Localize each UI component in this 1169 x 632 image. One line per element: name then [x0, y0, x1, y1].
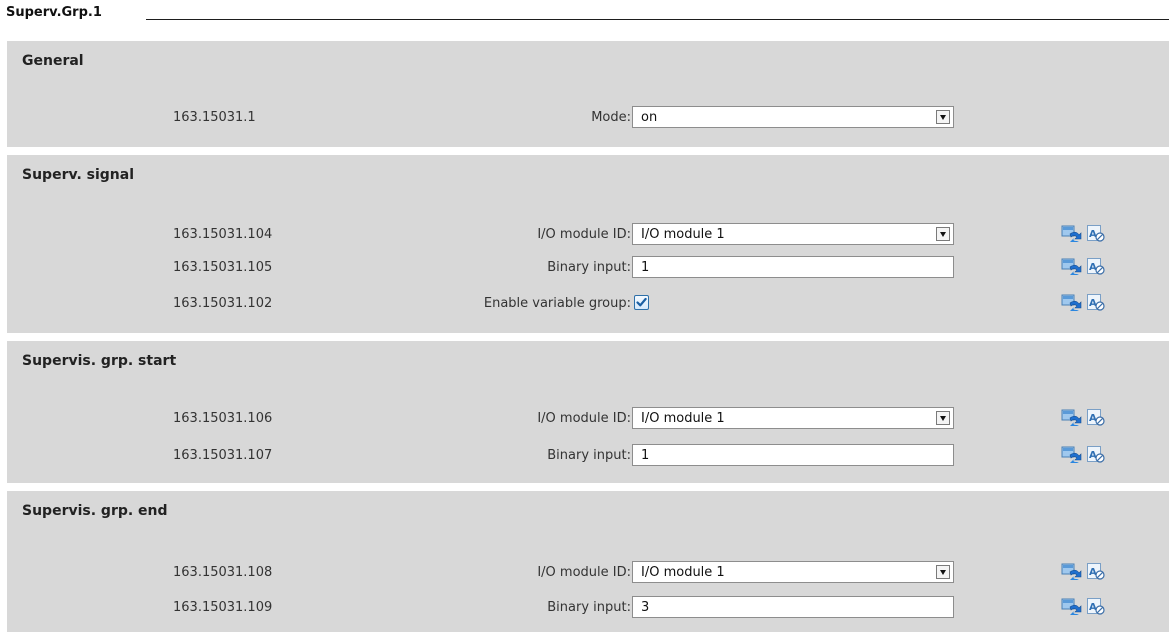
section-general: General 163.15031.1 Mode: on: [7, 41, 1169, 147]
text-disabled-icon[interactable]: A: [1087, 446, 1106, 464]
param-row-io-module: 163.15031.106 I/O module ID: I/O module …: [7, 407, 1169, 431]
group-title-bar: Superv.Grp.1: [0, 0, 1169, 24]
text-disabled-icon[interactable]: A: [1087, 258, 1106, 276]
binary-input-field[interactable]: 1: [632, 444, 954, 466]
enable-variable-group-checkbox[interactable]: [634, 295, 649, 310]
param-row-binary-input: 163.15031.109 Binary input: 3 A: [7, 596, 1169, 620]
io-module-select[interactable]: I/O module 1: [632, 407, 954, 429]
param-id: 163.15031.104: [173, 227, 273, 242]
text-disabled-icon[interactable]: A: [1087, 563, 1106, 581]
text-disabled-icon[interactable]: A: [1087, 294, 1106, 312]
group-title: Superv.Grp.1: [6, 5, 102, 20]
section-superv-signal: Superv. signal 163.15031.104 I/O module …: [7, 155, 1169, 333]
param-id: 163.15031.1: [173, 110, 256, 125]
refresh-icon[interactable]: [1061, 409, 1083, 427]
refresh-icon[interactable]: [1061, 446, 1083, 464]
param-row-binary-input: 163.15031.107 Binary input: 1 A: [7, 444, 1169, 468]
binary-input-field[interactable]: 1: [632, 256, 954, 278]
param-label: Binary input:: [547, 600, 631, 615]
text-disabled-icon[interactable]: A: [1087, 409, 1106, 427]
text-disabled-icon[interactable]: A: [1087, 225, 1106, 243]
section-title: Supervis. grp. start: [22, 353, 177, 369]
param-id: 163.15031.102: [173, 296, 273, 311]
section-supervis-grp-end: Supervis. grp. end 163.15031.108 I/O mod…: [7, 491, 1169, 632]
section-title: General: [22, 53, 84, 69]
refresh-icon[interactable]: [1061, 294, 1083, 312]
select-value: I/O module 1: [641, 411, 725, 426]
param-row-binary-input: 163.15031.105 Binary input: 1 A: [7, 256, 1169, 280]
io-module-select[interactable]: I/O module 1: [632, 561, 954, 583]
refresh-icon[interactable]: [1061, 258, 1083, 276]
io-module-select[interactable]: I/O module 1: [632, 223, 954, 245]
refresh-icon[interactable]: [1061, 598, 1083, 616]
param-id: 163.15031.106: [173, 411, 273, 426]
param-id: 163.15031.105: [173, 260, 273, 275]
chevron-down-icon[interactable]: [936, 565, 950, 579]
param-row-io-module: 163.15031.108 I/O module ID: I/O module …: [7, 561, 1169, 585]
param-label: I/O module ID:: [537, 227, 631, 242]
section-title: Superv. signal: [22, 167, 135, 183]
param-row-io-module: 163.15031.104 I/O module ID: I/O module …: [7, 223, 1169, 247]
select-value: I/O module 1: [641, 227, 725, 242]
chevron-down-icon[interactable]: [936, 110, 950, 124]
refresh-icon[interactable]: [1061, 225, 1083, 243]
param-row-enable-variable-group: 163.15031.102 Enable variable group: A: [7, 292, 1169, 316]
title-divider: [146, 19, 1169, 20]
param-label: Mode:: [591, 110, 631, 125]
param-id: 163.15031.108: [173, 565, 273, 580]
param-label: I/O module ID:: [537, 411, 631, 426]
field-value: 1: [641, 260, 650, 275]
chevron-down-icon[interactable]: [936, 227, 950, 241]
checkmark-icon: [636, 297, 647, 307]
param-id: 163.15031.107: [173, 448, 273, 463]
section-supervis-grp-start: Supervis. grp. start 163.15031.106 I/O m…: [7, 341, 1169, 483]
mode-select[interactable]: on: [632, 106, 954, 128]
refresh-icon[interactable]: [1061, 563, 1083, 581]
param-id: 163.15031.109: [173, 600, 273, 615]
field-value: 3: [641, 600, 650, 615]
binary-input-field[interactable]: 3: [632, 596, 954, 618]
param-label: Binary input:: [547, 260, 631, 275]
param-row-mode: 163.15031.1 Mode: on: [7, 106, 1169, 130]
section-title: Supervis. grp. end: [22, 503, 168, 519]
param-label: Enable variable group:: [483, 296, 631, 311]
select-value: I/O module 1: [641, 565, 725, 580]
field-value: 1: [641, 448, 650, 463]
chevron-down-icon[interactable]: [936, 411, 950, 425]
select-value: on: [641, 110, 658, 125]
param-label: I/O module ID:: [537, 565, 631, 580]
param-label: Binary input:: [547, 448, 631, 463]
text-disabled-icon[interactable]: A: [1087, 598, 1106, 616]
